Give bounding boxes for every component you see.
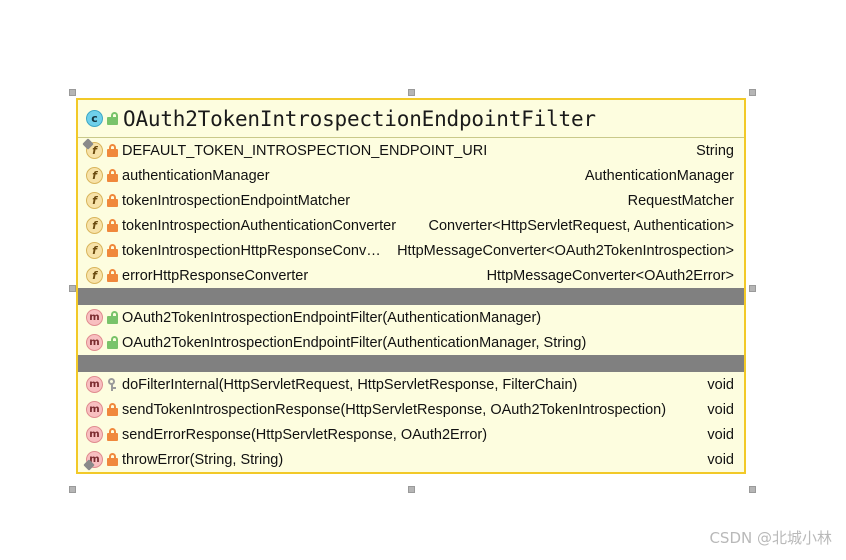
public-unlocked-icon [107, 336, 118, 349]
static-marker-icon [82, 138, 94, 150]
static-marker-icon [83, 459, 95, 471]
method-signature: sendTokenIntrospectionResponse(HttpServl… [122, 401, 667, 418]
compartment-separator [78, 288, 744, 305]
field-name: errorHttpResponseConverter [122, 267, 309, 284]
protected-key-icon [107, 378, 118, 391]
private-lock-icon [107, 144, 118, 157]
private-lock-icon [107, 428, 118, 441]
private-lock-icon [107, 219, 118, 232]
field-row[interactable]: f DEFAULT_TOKEN_INTROSPECTION_ENDPOINT_U… [78, 138, 744, 163]
field-name: authenticationManager [122, 167, 270, 184]
uml-class-box[interactable]: c OAuth2TokenIntrospectionEndpointFilter… [76, 98, 746, 474]
field-name: tokenIntrospectionHttpResponseConverter [122, 242, 384, 259]
private-lock-icon [107, 269, 118, 282]
constructor-signature: OAuth2TokenIntrospectionEndpointFilter(A… [122, 334, 587, 351]
field-icon: f [82, 138, 103, 159]
resize-handle-middle-left[interactable] [69, 285, 76, 292]
field-row[interactable]: f errorHttpResponseConverter HttpMessage… [78, 263, 744, 288]
field-type: Converter<HttpServletRequest, Authentica… [428, 217, 734, 234]
method-icon: m [86, 376, 103, 393]
methods-compartment: m doFilterInternal(HttpServletRequest, H… [78, 372, 744, 472]
method-return-type: void [707, 451, 734, 468]
field-row[interactable]: f authenticationManager AuthenticationMa… [78, 163, 744, 188]
public-unlocked-icon [107, 112, 118, 125]
class-title-row[interactable]: c OAuth2TokenIntrospectionEndpointFilter [78, 100, 744, 138]
private-lock-icon [107, 169, 118, 182]
method-row[interactable]: m throwError(String, String) void [78, 447, 744, 472]
method-return-type: void [707, 426, 734, 443]
method-icon: m [86, 426, 103, 443]
method-row[interactable]: m sendErrorResponse(HttpServletResponse,… [78, 422, 744, 447]
method-signature: doFilterInternal(HttpServletRequest, Htt… [122, 376, 578, 393]
method-return-type: void [707, 401, 734, 418]
resize-handle-top-center[interactable] [408, 89, 415, 96]
private-lock-icon [107, 194, 118, 207]
field-name: DEFAULT_TOKEN_INTROSPECTION_ENDPOINT_URI [122, 142, 488, 159]
method-icon: m [86, 334, 103, 351]
class-name: OAuth2TokenIntrospectionEndpointFilter [123, 106, 596, 131]
method-signature: throwError(String, String) [122, 451, 284, 468]
class-icon: c [86, 110, 103, 127]
field-name: tokenIntrospectionAuthenticationConverte… [122, 217, 397, 234]
field-row[interactable]: f tokenIntrospectionAuthenticationConver… [78, 213, 744, 238]
private-lock-icon [107, 244, 118, 257]
field-icon: f [86, 192, 103, 209]
method-row[interactable]: m sendTokenIntrospectionResponse(HttpSer… [78, 397, 744, 422]
constructors-compartment: m OAuth2TokenIntrospectionEndpointFilter… [78, 305, 744, 355]
method-icon: m [86, 401, 103, 418]
field-type: AuthenticationManager [584, 167, 734, 184]
compartment-separator [78, 355, 744, 372]
resize-handle-middle-right[interactable] [749, 285, 756, 292]
method-icon: m [83, 451, 103, 471]
field-type: HttpMessageConverter<OAuth2Error> [486, 267, 734, 284]
field-type: String [696, 142, 734, 159]
field-icon: f [86, 217, 103, 234]
csdn-watermark: CSDN @北城小林 [709, 529, 832, 547]
field-name: tokenIntrospectionEndpointMatcher [122, 192, 351, 209]
private-lock-icon [107, 403, 118, 416]
field-type: RequestMatcher [627, 192, 734, 209]
fields-compartment: f DEFAULT_TOKEN_INTROSPECTION_ENDPOINT_U… [78, 138, 744, 288]
field-row[interactable]: f tokenIntrospectionHttpResponseConverte… [78, 238, 744, 263]
field-icon: f [86, 167, 103, 184]
private-lock-icon [107, 453, 118, 466]
resize-handle-top-right[interactable] [749, 89, 756, 96]
field-row[interactable]: f tokenIntrospectionEndpointMatcher Requ… [78, 188, 744, 213]
resize-handle-bottom-center[interactable] [408, 486, 415, 493]
constructor-signature: OAuth2TokenIntrospectionEndpointFilter(A… [122, 309, 542, 326]
method-row[interactable]: m doFilterInternal(HttpServletRequest, H… [78, 372, 744, 397]
method-return-type: void [707, 376, 734, 393]
resize-handle-bottom-right[interactable] [749, 486, 756, 493]
constructor-row[interactable]: m OAuth2TokenIntrospectionEndpointFilter… [78, 305, 744, 330]
resize-handle-bottom-left[interactable] [69, 486, 76, 493]
method-signature: sendErrorResponse(HttpServletResponse, O… [122, 426, 488, 443]
field-icon: f [86, 267, 103, 284]
field-icon: f [86, 242, 103, 259]
public-unlocked-icon [107, 311, 118, 324]
field-type: HttpMessageConverter<OAuth2TokenIntrospe… [397, 242, 734, 259]
method-icon: m [86, 309, 103, 326]
constructor-row[interactable]: m OAuth2TokenIntrospectionEndpointFilter… [78, 330, 744, 355]
resize-handle-top-left[interactable] [69, 89, 76, 96]
